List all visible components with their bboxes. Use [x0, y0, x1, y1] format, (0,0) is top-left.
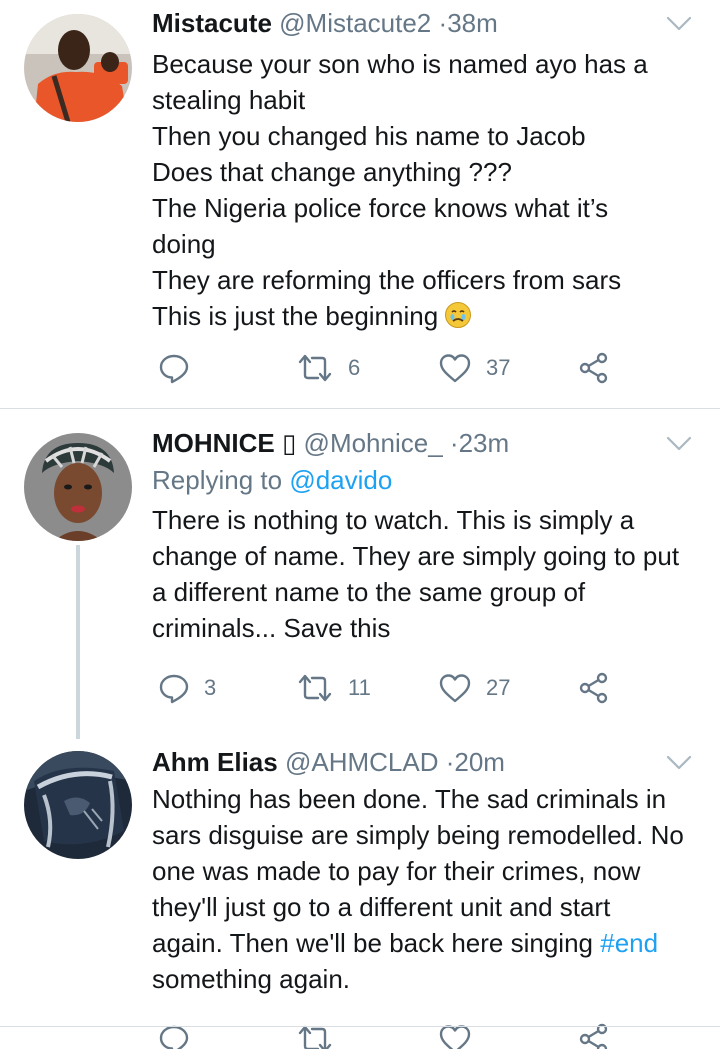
share-icon — [579, 352, 608, 384]
avatar[interactable] — [24, 751, 132, 859]
like-count: 27 — [486, 675, 511, 700]
separator-dot: · — [449, 428, 459, 458]
share-button[interactable] — [578, 348, 610, 388]
tweet-text-line: Nothing has been done. The sad criminals… — [152, 784, 667, 814]
tweet-text-line: doing — [152, 229, 216, 259]
reply-icon — [159, 674, 189, 704]
reply-count: 3 — [204, 675, 217, 700]
tweet-1[interactable]: Mistacute @Mistacute2 ·38m Because your … — [0, 0, 720, 408]
tweet-2[interactable]: MOHNICE ▯ @Mohnice_ ·23m Replying to @da… — [0, 409, 720, 739]
timestamp[interactable]: 38m — [447, 8, 498, 38]
tweet-header: MOHNICE ▯ @Mohnice_ ·23m — [152, 426, 702, 460]
chevron-down-icon[interactable] — [666, 16, 692, 32]
avatar[interactable] — [24, 433, 132, 541]
replying-to-label: Replying to — [152, 465, 283, 495]
timestamp[interactable]: 23m — [459, 428, 510, 458]
tweet-text-line: Does that change anything ??? — [152, 157, 512, 187]
tweet-text: There is nothing to watch. This is simpl… — [152, 502, 702, 646]
tweet-text: Because your son who is named ayo has a … — [152, 46, 702, 334]
retweet-count: 6 — [348, 355, 361, 380]
bottom-divider — [0, 1026, 720, 1027]
share-button[interactable] — [578, 668, 610, 708]
reply-icon — [159, 354, 189, 384]
retweet-icon — [298, 1025, 332, 1049]
share-icon — [579, 672, 608, 704]
chevron-down-icon[interactable] — [666, 436, 692, 452]
like-button[interactable]: 27 — [438, 668, 510, 708]
replying-to: Replying to @davido — [152, 462, 702, 498]
user-handle[interactable]: @AHMCLAD — [285, 747, 439, 777]
separator-dot: · — [438, 8, 448, 38]
tweet-text-line: one was made to pay for their crimes, no… — [152, 856, 641, 886]
heart-icon — [439, 1025, 471, 1049]
retweet-count: 11 — [348, 675, 371, 700]
timestamp[interactable]: 20m — [454, 747, 505, 777]
tweet-text-line-last: This is just the beginning — [152, 298, 702, 334]
heart-icon — [439, 354, 471, 383]
retweet-button[interactable]: 11 — [296, 668, 371, 708]
tweet-actions: 6 37 — [152, 348, 632, 388]
avatar[interactable] — [24, 14, 132, 122]
tweet-header: Mistacute @Mistacute2 ·38m — [152, 6, 702, 40]
tweet-text-line: There is nothing to watch. This is simpl… — [152, 505, 635, 535]
retweet-icon — [298, 674, 332, 702]
chevron-down-icon[interactable] — [666, 755, 692, 771]
display-name[interactable]: Mistacute — [152, 8, 272, 38]
tweet-text-line: stealing habit — [152, 85, 306, 115]
tweet-text-line: criminals... Save this — [152, 613, 391, 643]
display-name[interactable]: Ahm Elias — [152, 747, 278, 777]
tweet-text-line: Then you changed his name to Jacob — [152, 121, 586, 151]
hashtag-link[interactable]: #end — [600, 928, 658, 958]
retweet-icon — [298, 354, 332, 382]
reply-button[interactable] — [158, 1019, 190, 1049]
tweet-actions: 3 11 27 — [152, 668, 632, 708]
tweet-text-line: Because your son who is named ayo has a — [152, 49, 648, 79]
retweet-button[interactable] — [296, 1019, 334, 1049]
thread-connector-line — [76, 545, 80, 739]
like-count: 37 — [486, 355, 511, 380]
tweet-text: Nothing has been done. The sad criminals… — [152, 781, 702, 997]
like-button[interactable] — [438, 1019, 472, 1049]
heart-icon — [439, 674, 471, 703]
like-button[interactable]: 37 — [438, 348, 510, 388]
reply-button[interactable] — [158, 348, 204, 388]
tweet-text-line: The Nigeria police force knows what it’s — [152, 193, 609, 223]
share-button[interactable] — [578, 1019, 610, 1049]
tweet-text-line: a different name to the same group of — [152, 577, 586, 607]
tweet-text-line: something again. — [152, 964, 351, 994]
replying-to-mention[interactable]: @davido — [289, 465, 392, 495]
tweet-text-line: sars disguise are simply being remodelle… — [152, 820, 684, 850]
retweet-button[interactable]: 6 — [296, 348, 360, 388]
tweet-text-line: change of name. They are simply going to… — [152, 541, 680, 571]
display-name[interactable]: MOHNICE ▯ — [152, 428, 296, 458]
tweet-text-line-with-hashtag: again. Then we'll be back here singing #… — [152, 925, 702, 961]
tweet-3[interactable]: Ahm Elias @AHMCLAD ·20m Nothing has been… — [0, 739, 720, 1058]
tweet-text-line: they'll just go to a different unit and … — [152, 892, 611, 922]
tweet-header: Ahm Elias @AHMCLAD ·20m — [152, 745, 702, 779]
tweet-actions — [152, 1019, 632, 1049]
reply-button[interactable]: 3 — [158, 668, 216, 708]
tweet-text-line-content: again. Then we'll be back here singing — [152, 928, 593, 958]
user-handle[interactable]: @Mohnice_ — [304, 428, 443, 458]
crying-face-emoji — [445, 302, 472, 328]
user-handle[interactable]: @Mistacute2 — [279, 8, 431, 38]
tweet-text-line: They are reforming the officers from sar… — [152, 265, 622, 295]
tweet-text-line-content: This is just the beginning — [152, 301, 439, 331]
